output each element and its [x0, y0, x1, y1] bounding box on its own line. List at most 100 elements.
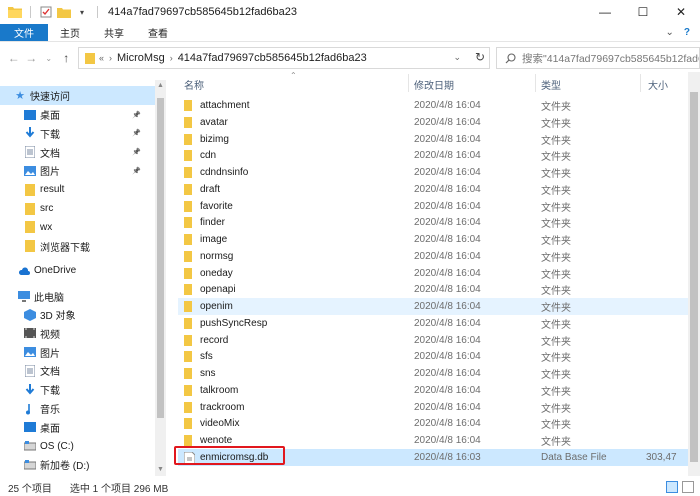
file-name: trackroom — [200, 401, 245, 413]
column-date[interactable]: 修改日期 — [414, 77, 454, 92]
table-row[interactable]: image 2020/4/8 16:04 文件夹 — [178, 231, 688, 248]
expand-ribbon-icon[interactable]: ⌄ — [666, 27, 674, 38]
column-divider — [535, 74, 536, 92]
table-row[interactable]: normsg 2020/4/8 16:04 文件夹 — [178, 248, 688, 265]
customize-toolbar-icon[interactable]: ▾ — [75, 5, 89, 19]
maximize-button[interactable]: ☐ — [624, 0, 662, 24]
nav-item[interactable]: 文档 📌 — [0, 143, 155, 162]
table-row[interactable]: openapi 2020/4/8 16:04 文件夹 — [178, 281, 688, 298]
column-name[interactable]: 名称 — [184, 77, 204, 92]
table-row[interactable]: trackroom 2020/4/8 16:04 文件夹 — [178, 399, 688, 416]
nav-item-label: 图片 — [40, 167, 60, 179]
back-arrow-icon[interactable]: ← — [6, 50, 22, 66]
scrollbar-thumb[interactable] — [157, 98, 164, 418]
table-row[interactable]: cdndnsinfo 2020/4/8 16:04 文件夹 — [178, 164, 688, 181]
nav-item-label: src — [40, 203, 54, 214]
column-type[interactable]: 类型 — [541, 77, 561, 92]
address-dropdown-icon[interactable]: ⌄ — [453, 52, 461, 63]
table-row[interactable]: favorite 2020/4/8 16:04 文件夹 — [178, 198, 688, 215]
help-icon[interactable]: ? — [684, 27, 690, 38]
nav-item[interactable]: 图片 📌 — [0, 161, 155, 180]
file-type: 文件夹 — [541, 102, 571, 113]
table-row[interactable]: avatar 2020/4/8 16:04 文件夹 — [178, 114, 688, 131]
nav-item[interactable]: 浏览器下载 — [0, 237, 155, 256]
folder-icon — [184, 384, 195, 396]
file-name: openapi — [200, 284, 236, 296]
path-overflow[interactable]: « — [99, 53, 104, 63]
nav-item[interactable]: 桌面 — [0, 418, 155, 437]
table-row[interactable]: finder 2020/4/8 16:04 文件夹 — [178, 214, 688, 231]
column-size[interactable]: 大小 — [648, 77, 668, 92]
nav-item-label: 文档 — [40, 367, 60, 379]
3d-objects-icon — [24, 308, 36, 321]
nav-item[interactable]: 下载 — [0, 380, 155, 399]
table-row[interactable]: oneday 2020/4/8 16:04 文件夹 — [178, 265, 688, 282]
large-icons-view-icon[interactable] — [682, 481, 694, 493]
nav-this-pc-label: 此电脑 — [34, 293, 64, 304]
address-row: ← → ⌄ ↑ « › MicroMsg › 414a7fad79697cb58… — [0, 44, 700, 72]
table-row[interactable]: sns 2020/4/8 16:04 文件夹 — [178, 365, 688, 382]
nav-item[interactable]: result — [0, 180, 155, 199]
nav-onedrive[interactable]: OneDrive — [0, 261, 76, 280]
nav-item[interactable]: 音乐 — [0, 399, 155, 418]
nav-item[interactable]: 3D 对象 — [0, 305, 155, 324]
table-row[interactable]: sfs 2020/4/8 16:04 文件夹 — [178, 348, 688, 365]
list-scrollbar[interactable] — [688, 72, 700, 476]
folder-icon — [184, 418, 195, 430]
nav-item[interactable]: 桌面 📌 — [0, 105, 155, 124]
file-date: 2020/4/8 16:04 — [414, 167, 481, 178]
tab-view[interactable]: 查看 — [136, 24, 180, 41]
table-row[interactable]: draft 2020/4/8 16:04 文件夹 — [178, 181, 688, 198]
pin-icon: 📌 — [132, 167, 141, 175]
recent-locations-icon[interactable]: ⌄ — [41, 50, 57, 66]
nav-item[interactable]: src — [0, 199, 155, 218]
table-row[interactable]: attachment 2020/4/8 16:04 文件夹 — [178, 97, 688, 114]
table-row[interactable]: cdn 2020/4/8 16:04 文件夹 — [178, 147, 688, 164]
nav-this-pc[interactable]: 此电脑 — [0, 287, 64, 306]
breadcrumb-current[interactable]: 414a7fad79697cb585645b12fad6ba23 — [178, 52, 367, 64]
folder-icon — [24, 202, 36, 215]
folder-icon — [184, 351, 195, 363]
tab-share[interactable]: 共享 — [92, 24, 136, 41]
sort-up-icon: ⌃ — [290, 71, 297, 80]
breadcrumb-micromsg[interactable]: MicroMsg — [117, 52, 165, 64]
nav-item[interactable]: 下载 📌 — [0, 124, 155, 143]
folder-icon — [184, 200, 195, 212]
address-bar[interactable]: « › MicroMsg › 414a7fad79697cb585645b12f… — [78, 47, 490, 69]
nav-item[interactable]: 文档 — [0, 361, 155, 380]
scroll-down-icon[interactable]: ▼ — [155, 466, 166, 473]
nav-item[interactable]: OS (C:) — [0, 437, 155, 456]
tab-home[interactable]: 主页 — [48, 24, 92, 41]
table-row[interactable]: videoMix 2020/4/8 16:04 文件夹 — [178, 415, 688, 432]
tab-file[interactable]: 文件 — [0, 24, 48, 41]
column-divider — [408, 74, 409, 92]
nav-item-label: 桌面 — [40, 111, 60, 122]
scrollbar-thumb[interactable] — [690, 92, 698, 462]
nav-quick-access[interactable]: ★ 快速访问 — [0, 86, 155, 105]
nav-item[interactable]: 视频 — [0, 324, 155, 343]
close-button[interactable]: ✕ — [662, 0, 700, 24]
refresh-icon[interactable]: ↻ — [475, 50, 485, 64]
table-row[interactable]: openim 2020/4/8 16:04 文件夹 — [178, 298, 688, 315]
table-row[interactable]: bizimg 2020/4/8 16:04 文件夹 — [178, 131, 688, 148]
search-input[interactable]: 搜索"414a7fad79697cb585645b12fad6ba23" — [496, 47, 700, 69]
minimize-button[interactable]: — — [586, 0, 624, 24]
nav-scrollbar[interactable]: ▲ ▼ — [155, 80, 166, 476]
folder-icon — [184, 334, 195, 346]
nav-item[interactable]: 图片 — [0, 343, 155, 362]
table-row[interactable]: pushSyncResp 2020/4/8 16:04 文件夹 — [178, 315, 688, 332]
forward-arrow-icon[interactable]: → — [24, 50, 40, 66]
file-date: 2020/4/8 16:04 — [414, 351, 481, 363]
file-name: wenote — [200, 435, 233, 446]
properties-icon[interactable] — [39, 5, 53, 19]
new-folder-icon[interactable] — [57, 5, 71, 19]
file-type: 文件夹 — [541, 152, 571, 164]
table-row[interactable]: record 2020/4/8 16:04 文件夹 — [178, 332, 688, 349]
details-view-icon[interactable] — [666, 481, 678, 493]
scroll-up-icon[interactable]: ▲ — [155, 82, 166, 89]
file-date: 2020/4/8 16:04 — [414, 301, 481, 312]
nav-item[interactable]: wx — [0, 218, 155, 237]
nav-item[interactable]: 新加卷 (D:) — [0, 455, 155, 474]
up-arrow-icon[interactable]: ↑ — [59, 50, 75, 66]
table-row[interactable]: talkroom 2020/4/8 16:04 文件夹 — [178, 382, 688, 399]
